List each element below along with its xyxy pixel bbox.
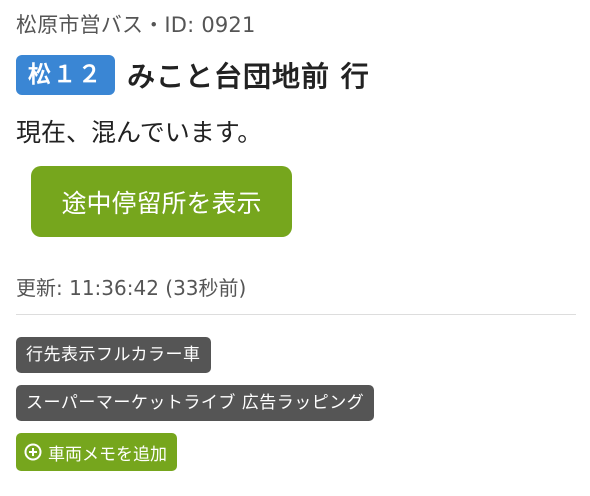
vehicle-tag: 行先表示フルカラー車	[16, 337, 211, 373]
last-updated: 更新: 11:36:42 (33秒前)	[16, 276, 247, 300]
operator-id-line: 松原市営バス・ID: 0921	[16, 13, 256, 37]
add-vehicle-memo-button[interactable]: 車両メモを追加	[16, 433, 177, 471]
add-memo-label: 車両メモを追加	[48, 444, 167, 465]
vehicle-tag: スーパーマーケットライブ 広告ラッピング	[16, 385, 375, 421]
plus-circle-icon	[24, 443, 42, 461]
destination-title: みこと台団地前 行	[127, 60, 370, 93]
route-badge: 松１２	[16, 55, 115, 95]
route-heading: 松１２ みこと台団地前 行	[16, 55, 370, 95]
crowding-status: 現在、混んでいます。	[16, 118, 263, 147]
show-stops-button[interactable]: 途中停留所を表示	[31, 166, 292, 237]
divider	[16, 314, 576, 315]
